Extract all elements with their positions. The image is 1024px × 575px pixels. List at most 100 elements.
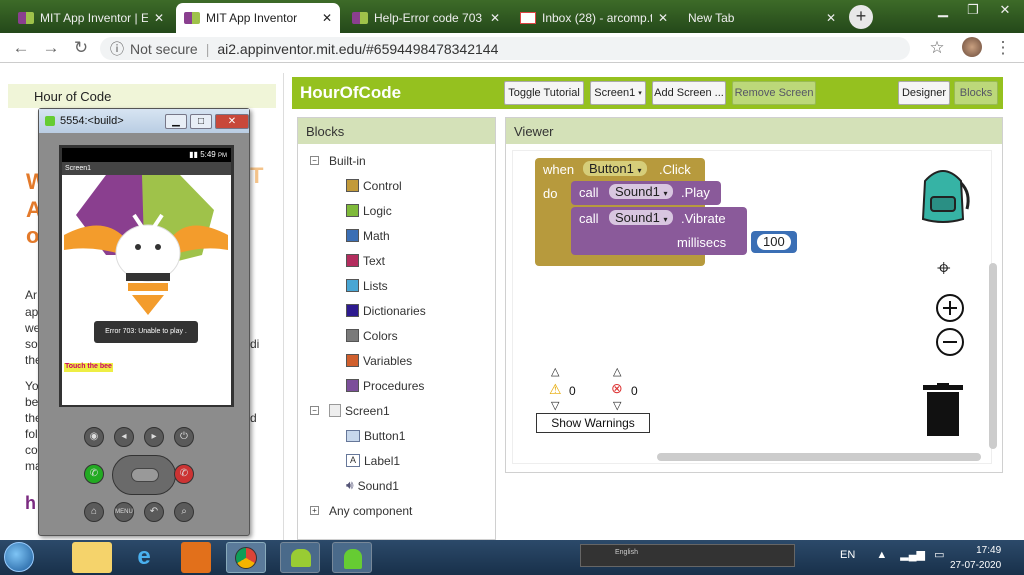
menu-icon[interactable]: ⋮ [992, 38, 1014, 58]
network-icon[interactable]: ▂▄▆ [900, 549, 925, 561]
number-value[interactable]: 100 [757, 234, 791, 250]
close-icon[interactable]: ✕ [215, 113, 249, 129]
internet-explorer-icon[interactable]: e [124, 542, 164, 573]
call-play-component-dropdown[interactable]: Sound1 ▾ [609, 184, 674, 199]
errors-up-arrow[interactable]: △ [613, 365, 621, 378]
event-component-dropdown[interactable]: Button1 ▾ [583, 161, 648, 176]
locale-label[interactable]: EN [840, 549, 855, 561]
tree-category-math[interactable]: Math [310, 223, 495, 248]
hour-of-code-nav[interactable]: Hour of Code [8, 84, 276, 108]
chrome-icon[interactable] [226, 542, 266, 573]
warnings-up-arrow[interactable]: △ [551, 365, 559, 378]
number-block[interactable]: 100 [751, 231, 797, 253]
minimize-icon[interactable]: ▁ [928, 0, 958, 22]
tree-category-logic[interactable]: Logic [310, 198, 495, 223]
dpad[interactable] [112, 455, 176, 495]
call-vibrate-block[interactable]: call Sound1 ▾ .Vibrate millisecs [571, 207, 747, 255]
clock[interactable]: 17:49 27-07-2020 [950, 543, 1001, 573]
horizontal-scrollbar[interactable] [657, 453, 981, 461]
back-icon[interactable]: ← [10, 38, 32, 58]
search-button[interactable]: ⌕ [174, 502, 194, 522]
toggle-tutorial-button[interactable]: Toggle Tutorial [504, 81, 584, 105]
app-screen[interactable]: Error 703: Unable to play . Touch the be… [62, 175, 231, 405]
tree-category-lists[interactable]: Lists [310, 273, 495, 298]
app-inventor-emulator-icon[interactable] [280, 542, 320, 573]
tree-category-control[interactable]: Control [310, 173, 495, 198]
tree-builtin[interactable]: − Built-in [310, 148, 495, 173]
collapse-icon[interactable]: − [310, 156, 319, 165]
zoom-out-icon[interactable] [935, 327, 965, 357]
restore-icon[interactable]: ❐ [958, 0, 988, 22]
blocks-button[interactable]: Blocks [954, 81, 998, 105]
blocks-workspace[interactable]: when Button1 ▾ .Click do call Sound1 ▾ .… [512, 150, 997, 464]
browser-tab[interactable]: Inbox (28) - arcomp.t ✕ [512, 3, 676, 33]
dpad-center-button[interactable] [131, 468, 159, 482]
close-icon[interactable]: ✕ [658, 11, 668, 25]
reload-icon[interactable]: ↻ [70, 38, 92, 58]
tree-category-procedures[interactable]: Procedures [310, 373, 495, 398]
power-button[interactable]: ⏻ [174, 427, 194, 447]
close-icon[interactable]: ✕ [490, 11, 500, 25]
remove-screen-button[interactable]: Remove Screen [732, 81, 816, 105]
android-icon[interactable] [332, 542, 372, 573]
browser-tab[interactable]: New Tab ✕ [680, 3, 844, 33]
backpack-icon[interactable] [911, 163, 975, 227]
chevron-up-icon[interactable]: ▲ [876, 549, 887, 561]
emulator-title-bar[interactable]: 5554:<build> ▁ □ ✕ [39, 109, 249, 133]
expand-icon[interactable]: + [310, 506, 319, 515]
tree-screen1[interactable]: − Screen1 [310, 398, 495, 423]
bee-image[interactable] [62, 175, 231, 315]
new-tab-button[interactable]: + [849, 5, 873, 29]
tree-item-label1[interactable]: A Label1 [310, 448, 495, 473]
tree-category-variables[interactable]: Variables [310, 348, 495, 373]
back-button[interactable]: ↶ [144, 502, 164, 522]
avatar[interactable] [962, 37, 982, 57]
window-close-icon[interactable]: ✕ [990, 0, 1020, 22]
tree-category-colors[interactable]: Colors [310, 323, 495, 348]
text-fragment: Ar [25, 288, 37, 302]
forward-icon[interactable]: → [40, 38, 62, 58]
volume-up-button[interactable]: ▸ [144, 427, 164, 447]
battery-icon[interactable]: ▭ [934, 549, 944, 561]
tree-any-component[interactable]: + Any component [310, 498, 495, 523]
camera-button[interactable]: ◉ [84, 427, 104, 447]
info-icon[interactable]: ⓘ [110, 39, 124, 59]
show-warnings-button[interactable]: Show Warnings [536, 413, 650, 433]
recenter-icon[interactable]: ⌖ [937, 255, 951, 283]
close-icon[interactable]: ✕ [154, 11, 164, 25]
restore-icon[interactable]: □ [190, 113, 212, 129]
tree-item-button1[interactable]: Button1 [310, 423, 495, 448]
home-button[interactable]: ⌂ [84, 502, 104, 522]
star-icon[interactable]: ☆ [926, 38, 948, 58]
tree-category-dictionaries[interactable]: Dictionaries [310, 298, 495, 323]
file-explorer-icon[interactable] [72, 542, 112, 573]
volume-down-button[interactable]: ◂ [114, 427, 134, 447]
browser-tab[interactable]: Help-Error code 703 ✕ [344, 3, 508, 33]
collapse-icon[interactable]: − [310, 406, 319, 415]
trash-icon[interactable] [923, 383, 963, 437]
vertical-scrollbar[interactable] [989, 263, 997, 449]
browser-tab-active[interactable]: MIT App Inventor ✕ [176, 3, 340, 33]
end-call-button[interactable]: ✆ [174, 464, 194, 484]
warnings-down-arrow[interactable]: ▽ [551, 399, 559, 412]
close-icon[interactable]: ✕ [826, 11, 836, 25]
call-vibrate-component-dropdown[interactable]: Sound1 ▾ [609, 210, 674, 225]
designer-button[interactable]: Designer [898, 81, 950, 105]
screen-select-dropdown[interactable]: Screen1 ▾ [590, 81, 646, 105]
tree-item-sound1[interactable]: 🔊︎ Sound1 [310, 473, 495, 498]
minimize-icon[interactable]: ▁ [165, 113, 187, 129]
call-play-block[interactable]: call Sound1 ▾ .Play [571, 181, 721, 205]
errors-down-arrow[interactable]: ▽ [613, 399, 621, 412]
url-input[interactable]: ⓘ Not secure | ai2.appinventor.mit.edu/#… [100, 37, 910, 60]
tree-category-text[interactable]: Text [310, 248, 495, 273]
zoom-in-icon[interactable] [935, 293, 965, 323]
emulator-window[interactable]: 5554:<build> ▁ □ ✕ ▮▮ 5:49 PM Screen1 Er… [38, 108, 250, 536]
menu-button[interactable]: MENU [114, 502, 134, 522]
media-player-icon[interactable] [181, 542, 211, 573]
close-icon[interactable]: ✕ [322, 11, 332, 25]
browser-tab[interactable]: MIT App Inventor | Ex ✕ [10, 3, 172, 33]
add-screen-button[interactable]: Add Screen ... [652, 81, 726, 105]
language-bar[interactable]: English [580, 544, 795, 567]
start-button[interactable] [4, 542, 34, 572]
call-button[interactable]: ✆ [84, 464, 104, 484]
